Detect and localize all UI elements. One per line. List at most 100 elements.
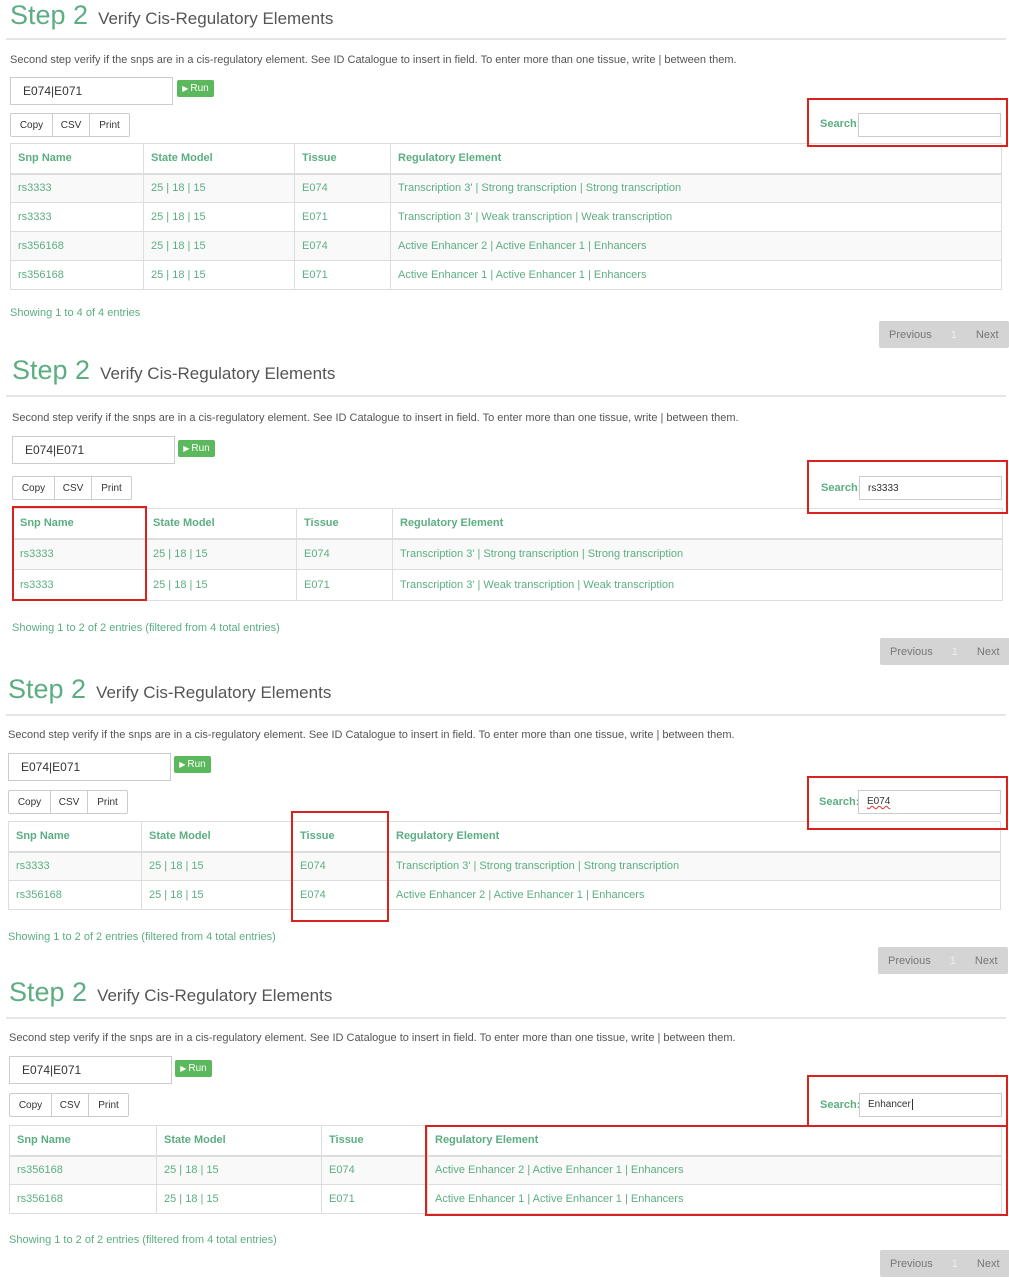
state-model-cell: 25 | 18 | 15 <box>143 231 295 261</box>
panel-4: Step 2 Verify Cis-Regulatory Elements Sec… <box>0 977 1009 1281</box>
table-row: rs356168 25 | 18 | 15 E071 Active Enhanc… <box>10 260 1002 290</box>
heading-divider <box>6 38 1006 40</box>
search-input[interactable] <box>859 476 1002 500</box>
previous-button[interactable]: Previous <box>880 1258 942 1270</box>
page-1-button[interactable]: 1 <box>942 646 968 658</box>
tissue-cell: E071 <box>321 1184 428 1214</box>
tissue-cell: E074 <box>294 231 391 261</box>
previous-button[interactable]: Previous <box>878 955 940 967</box>
pagination: Previous 1 Next <box>878 947 1008 974</box>
col-snp-name[interactable]: Snp Name <box>8 821 142 853</box>
col-state-model[interactable]: State Model <box>141 821 293 853</box>
col-tissue[interactable]: Tissue <box>296 508 393 540</box>
col-tissue[interactable]: Tissue <box>294 143 391 175</box>
copy-button[interactable]: Copy <box>10 113 53 137</box>
next-button[interactable]: Next <box>968 646 1009 658</box>
tissue-cell: E074 <box>294 173 391 203</box>
col-regulatory-element[interactable]: Regulatory Element <box>427 1125 1002 1157</box>
regulatory-cell: Active Enhancer 2 | Active Enhancer 1 | … <box>388 880 1001 910</box>
table-info: Showing 1 to 4 of 4 entries <box>10 307 141 319</box>
search-input[interactable]: E074 <box>858 790 1001 814</box>
regulatory-table: Snp Name State Model Tissue Regulatory E… <box>12 508 1003 601</box>
col-snp-name[interactable]: Snp Name <box>9 1125 157 1157</box>
print-button[interactable]: Print <box>91 476 132 500</box>
step-number: Step 2 <box>12 355 91 385</box>
run-button[interactable]: ▶ Run <box>174 756 211 773</box>
step-description: Second step verify if the snps are in a … <box>8 729 735 741</box>
step-heading: Step 2 Verify Cis-Regulatory Elements <box>10 0 333 40</box>
step-number: Step 2 <box>9 977 88 1007</box>
snp-cell: rs3333 <box>12 569 146 601</box>
tissue-cell: E071 <box>294 260 391 290</box>
tissue-input[interactable] <box>9 1056 172 1084</box>
copy-button[interactable]: Copy <box>8 790 51 814</box>
search-label: Search: <box>820 1099 861 1111</box>
table-row: rs3333 25 | 18 | 15 E071 Transcription 3… <box>12 569 1003 601</box>
next-button[interactable]: Next <box>968 1258 1009 1270</box>
col-regulatory-element[interactable]: Regulatory Element <box>390 143 1002 175</box>
print-button[interactable]: Print <box>89 113 130 137</box>
col-tissue[interactable]: Tissue <box>321 1125 428 1157</box>
page-1-button[interactable]: 1 <box>942 1258 968 1270</box>
export-buttons: Copy CSV Print <box>12 476 132 500</box>
tissue-input[interactable] <box>12 436 175 464</box>
search-label: Search: <box>819 796 860 808</box>
csv-button[interactable]: CSV <box>52 113 90 137</box>
col-state-model[interactable]: State Model <box>145 508 297 540</box>
snp-cell: rs3333 <box>8 851 142 881</box>
step-heading: Step 2 Verify Cis-Regulatory Elements <box>9 977 332 1017</box>
csv-button[interactable]: CSV <box>50 790 88 814</box>
step-title: Verify Cis-Regulatory Elements <box>97 986 333 1005</box>
snp-cell: rs3333 <box>10 202 144 232</box>
col-regulatory-element[interactable]: Regulatory Element <box>388 821 1001 853</box>
play-icon: ▶ <box>180 1063 187 1073</box>
search-label: Search: <box>821 482 862 494</box>
copy-button[interactable]: Copy <box>12 476 55 500</box>
col-regulatory-element[interactable]: Regulatory Element <box>392 508 1003 540</box>
state-model-cell: 25 | 18 | 15 <box>143 173 295 203</box>
print-button[interactable]: Print <box>88 1093 129 1117</box>
search-input[interactable] <box>858 113 1001 137</box>
step-title: Verify Cis-Regulatory Elements <box>100 364 336 383</box>
col-tissue[interactable]: Tissue <box>292 821 389 853</box>
step-number: Step 2 <box>10 0 89 30</box>
regulatory-cell: Active Enhancer 2 | Active Enhancer 1 | … <box>427 1155 1002 1185</box>
col-state-model[interactable]: State Model <box>143 143 295 175</box>
run-button[interactable]: ▶ Run <box>178 440 215 457</box>
panel-2: Step 2 Verify Cis-Regulatory Elements Sec… <box>0 355 1009 670</box>
step-heading: Step 2 Verify Cis-Regulatory Elements <box>8 674 331 714</box>
tissue-cell: E074 <box>292 880 389 910</box>
run-button[interactable]: ▶ Run <box>175 1060 212 1077</box>
run-label: Run <box>190 83 209 94</box>
pagination: Previous 1 Next <box>879 321 1009 348</box>
table-row: rs356168 25 | 18 | 15 E074 Active Enhanc… <box>8 880 1001 910</box>
table-row: rs3333 25 | 18 | 15 E074 Transcription 3… <box>10 173 1002 203</box>
text-cursor <box>911 1099 913 1110</box>
page-1-button[interactable]: 1 <box>941 329 967 341</box>
page-1-button[interactable]: 1 <box>940 955 966 967</box>
step-description: Second step verify if the snps are in a … <box>10 54 737 66</box>
next-button[interactable]: Next <box>966 955 1008 967</box>
previous-button[interactable]: Previous <box>880 646 942 658</box>
table-row: rs356168 25 | 18 | 15 E074 Active Enhanc… <box>9 1155 1002 1185</box>
pagination: Previous 1 Next <box>880 638 1009 665</box>
previous-button[interactable]: Previous <box>879 329 941 341</box>
play-icon: ▶ <box>179 759 186 769</box>
col-snp-name[interactable]: Snp Name <box>10 143 144 175</box>
csv-button[interactable]: CSV <box>51 1093 89 1117</box>
run-button[interactable]: ▶ Run <box>177 80 214 97</box>
tissue-input[interactable] <box>10 77 173 105</box>
state-model-cell: 25 | 18 | 15 <box>145 569 297 601</box>
tissue-input[interactable] <box>8 753 171 781</box>
col-snp-name[interactable]: Snp Name <box>12 508 146 540</box>
table-row: rs3333 25 | 18 | 15 E074 Transcription 3… <box>8 851 1001 881</box>
search-input[interactable]: Enhancer <box>859 1093 1002 1117</box>
next-button[interactable]: Next <box>967 329 1009 341</box>
col-state-model[interactable]: State Model <box>156 1125 322 1157</box>
run-label: Run <box>188 1063 207 1074</box>
csv-button[interactable]: CSV <box>54 476 92 500</box>
copy-button[interactable]: Copy <box>9 1093 52 1117</box>
print-button[interactable]: Print <box>87 790 128 814</box>
table-info: Showing 1 to 2 of 2 entries (filtered fr… <box>12 622 280 634</box>
search-input-value: Enhancer <box>868 1099 911 1110</box>
